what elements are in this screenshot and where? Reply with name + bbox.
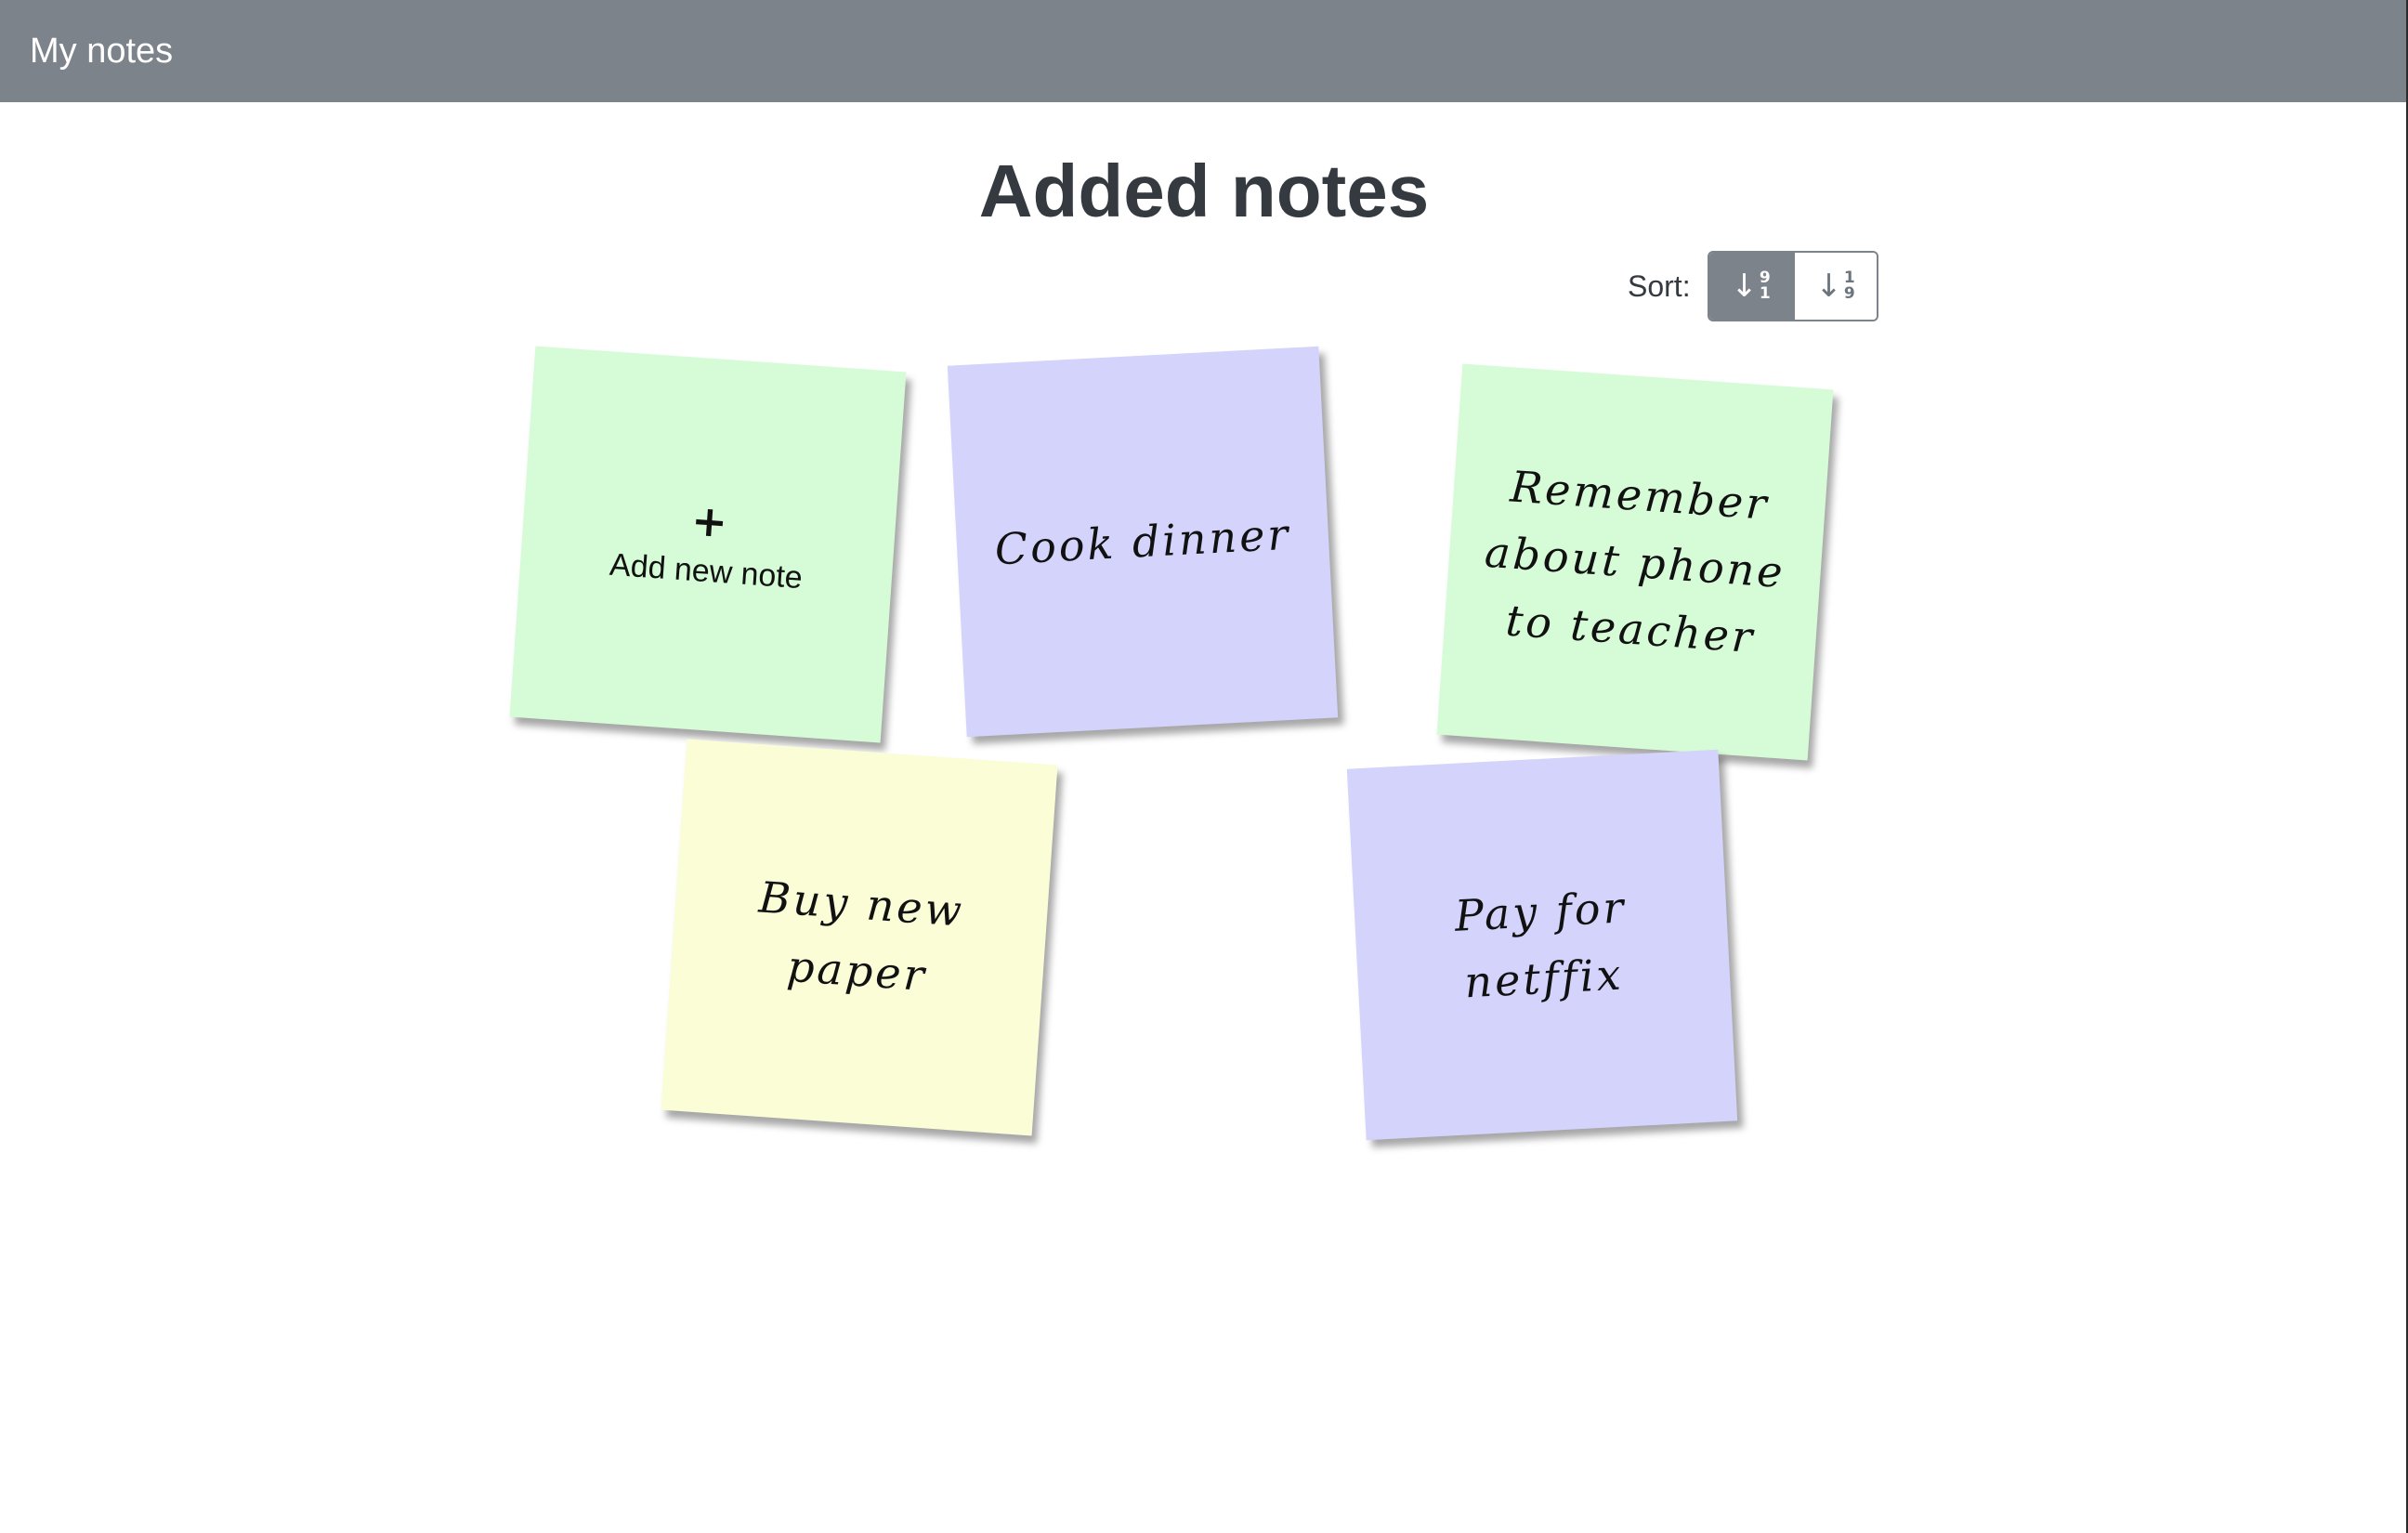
top-navbar: My notes	[0, 0, 2408, 102]
note-card[interactable]: Pay for netffix	[1346, 749, 1738, 1141]
note-text: Remember about phone to teacher	[1483, 461, 1787, 663]
add-note-label: Add new note	[608, 546, 805, 596]
sort-button-group: ↓ 9 1 ↓ 1 9	[1707, 251, 1878, 321]
note-card[interactable]: Buy new paper	[661, 739, 1058, 1136]
sort-numeric-down-alt-icon: ↓ 9 1	[1731, 268, 1771, 305]
note-text: Buy new paper	[757, 871, 966, 1002]
sort-descending-button[interactable]: ↓ 9 1	[1708, 253, 1793, 320]
app-brand[interactable]: My notes	[30, 32, 173, 72]
sort-label: Sort:	[1628, 269, 1691, 303]
add-note-card[interactable]: + Add new note	[509, 346, 907, 743]
note-card[interactable]: Cook dinner	[947, 346, 1339, 738]
page-title: Added notes	[978, 150, 1430, 232]
sort-ascending-button[interactable]: ↓ 1 9	[1792, 253, 1877, 320]
note-text: Pay for netffix	[1453, 882, 1628, 1008]
note-text: Cook dinner	[993, 508, 1292, 575]
sort-bar: Sort: ↓ 9 1 ↓ 1 9	[1628, 251, 1878, 321]
sort-numeric-down-icon: ↓ 1 9	[1815, 268, 1855, 305]
plus-icon: +	[689, 494, 729, 547]
note-card[interactable]: Remember about phone to teacher	[1436, 363, 1834, 761]
